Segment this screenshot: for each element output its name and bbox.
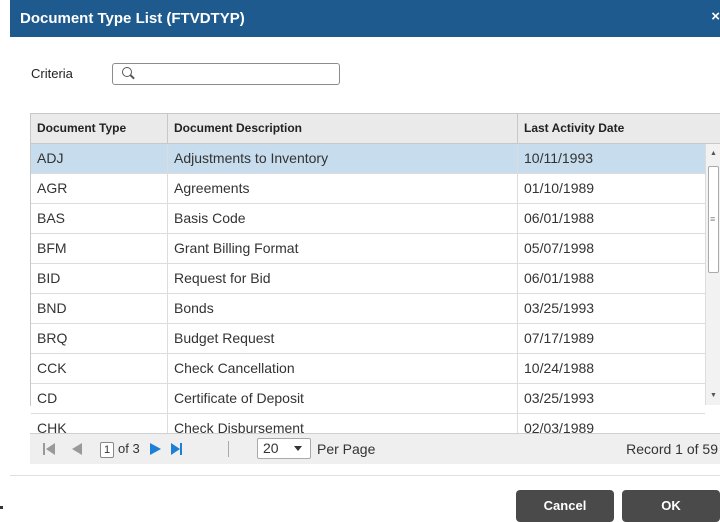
table-header: Document Type Document Description Last … [31, 114, 720, 144]
search-icon [122, 67, 132, 77]
column-header-document-description[interactable]: Document Description [168, 114, 518, 143]
footer-divider [10, 475, 720, 476]
table-body: ADJ Adjustments to Inventory 10/11/1993 … [31, 144, 705, 444]
cell-document-description: Budget Request [168, 324, 518, 353]
scroll-up-icon[interactable]: ▲ [710, 150, 717, 157]
record-count: Record 1 of 59 [626, 441, 718, 457]
cell-document-description: Basis Code [168, 204, 518, 233]
cell-document-description: Grant Billing Format [168, 234, 518, 263]
column-header-document-type[interactable]: Document Type [31, 114, 168, 143]
cell-document-description: Bonds [168, 294, 518, 323]
pager-divider [228, 441, 229, 457]
prev-page-icon[interactable] [72, 443, 82, 455]
per-page-select[interactable]: 20 [257, 438, 311, 459]
table-row[interactable]: AGR Agreements 01/10/1989 [31, 174, 705, 204]
last-page-icon[interactable] [171, 442, 184, 456]
cell-last-activity-date: 06/01/1988 [524, 270, 595, 286]
cell-document-type: CCK [31, 354, 168, 383]
cell-document-type: AGR [31, 174, 168, 203]
ok-button[interactable]: OK [622, 490, 720, 522]
cancel-button[interactable]: Cancel [516, 490, 614, 522]
column-header-last-activity-date[interactable]: Last Activity Date [518, 114, 718, 143]
cell-document-type: BFM [31, 234, 168, 263]
document-type-table: Document Type Document Description Last … [30, 113, 720, 444]
table-row[interactable]: BAS Basis Code 06/01/1988 [31, 204, 705, 234]
cell-last-activity-date: 01/10/1989 [524, 180, 595, 196]
table-row[interactable]: CD Certificate of Deposit 03/25/1993 [31, 384, 705, 414]
table-row[interactable]: ADJ Adjustments to Inventory 10/11/1993 [31, 144, 705, 174]
cell-document-type: BRQ [31, 324, 168, 353]
dialog-title-bar: Document Type List (FTVDTYP) × [10, 0, 720, 37]
criteria-label: Criteria [31, 66, 73, 81]
cell-document-type: BND [31, 294, 168, 323]
criteria-search-input[interactable] [112, 63, 340, 85]
chevron-down-icon [294, 446, 302, 451]
cell-last-activity-date: 10/24/1988 [524, 360, 595, 376]
cell-document-type: BAS [31, 204, 168, 233]
table-row[interactable]: BID Request for Bid 06/01/1988 [31, 264, 705, 294]
dialog-title: Document Type List (FTVDTYP) [20, 10, 245, 27]
table-row[interactable]: BRQ Budget Request 07/17/1989 [31, 324, 705, 354]
table-row[interactable]: BFM Grant Billing Format 05/07/1998 [31, 234, 705, 264]
cell-last-activity-date: 05/07/1998 [524, 240, 595, 256]
cell-document-description: Check Cancellation [168, 354, 518, 383]
cell-document-description: Certificate of Deposit [168, 384, 518, 413]
cell-document-description: Agreements [168, 174, 518, 203]
first-page-icon[interactable] [43, 442, 56, 456]
cell-document-type: ADJ [31, 144, 168, 173]
pagination-bar: 1 of 3 20 Per Page Record 1 of 59 [30, 433, 720, 464]
footer-dot [0, 506, 3, 509]
scrollbar-thumb[interactable]: ≡ [708, 166, 719, 273]
table-row[interactable]: BND Bonds 03/25/1993 [31, 294, 705, 324]
scroll-down-icon[interactable]: ▼ [710, 392, 717, 399]
page-number-input[interactable]: 1 [100, 442, 114, 458]
per-page-label: Per Page [317, 441, 376, 457]
cell-last-activity-date: 10/11/1993 [524, 150, 594, 166]
table-row[interactable]: CCK Check Cancellation 10/24/1988 [31, 354, 705, 384]
vertical-scrollbar[interactable]: ▲ ≡ ▼ [705, 144, 720, 405]
close-icon[interactable]: × [711, 8, 720, 25]
grip-icon: ≡ [710, 214, 716, 224]
cell-last-activity-date: 03/25/1993 [524, 390, 595, 406]
cell-document-description: Adjustments to Inventory [168, 144, 518, 173]
cell-document-description: Request for Bid [168, 264, 518, 293]
next-page-icon[interactable] [150, 443, 161, 455]
per-page-value: 20 [263, 440, 279, 456]
cell-document-type: BID [31, 264, 168, 293]
cell-last-activity-date: 07/17/1989 [524, 330, 595, 346]
cell-document-type: CD [31, 384, 168, 413]
cell-last-activity-date: 06/01/1988 [524, 210, 595, 226]
page-count: of 3 [118, 441, 140, 456]
cell-last-activity-date: 03/25/1993 [524, 300, 595, 316]
